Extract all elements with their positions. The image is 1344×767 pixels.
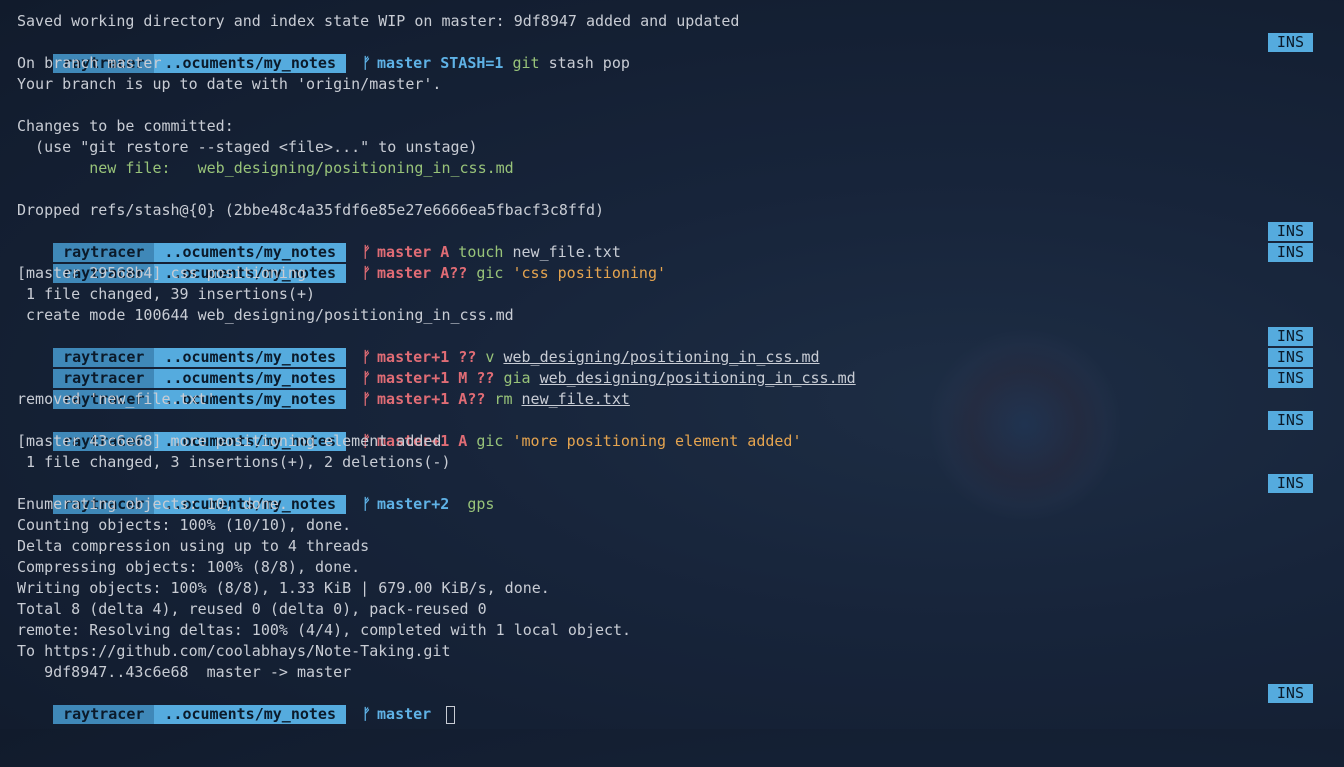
output-line: new file: web_designing/positioning_in_c…: [17, 158, 1313, 179]
output-line: [master 29568b4] css positioning: [17, 264, 306, 282]
output-line: Changes to be committed:: [17, 117, 234, 135]
output-line: 1 file changed, 39 insertions(+): [17, 285, 316, 303]
output-line: To https://github.com/coolabhays/Note-Ta…: [17, 642, 451, 660]
prompt-user-segment: raytracer: [53, 705, 155, 724]
status-file: web_designing/positioning_in_css.md: [197, 159, 514, 177]
output-line: (use "git restore --staged <file>..." to…: [17, 138, 478, 156]
output-line: Delta compression using up to 4 threads: [17, 537, 370, 555]
output-line: Writing objects: 100% (8/8), 1.33 KiB | …: [17, 579, 550, 597]
output-line: removed 'new_file.txt': [17, 390, 216, 408]
output-line: 9df8947..43c6e68 master -> master: [17, 663, 352, 681]
mode-indicator: INS: [1267, 327, 1313, 346]
status-label: new file:: [17, 159, 198, 177]
output-line: Dropped refs/stash@{0} (2bbe48c4a35fdf6e…: [17, 201, 604, 219]
active-prompt-line[interactable]: raytracer ..ocuments/my_notes ᚠ master INS: [17, 683, 1313, 724]
output-line: Your branch is up to date with 'origin/m…: [17, 75, 442, 93]
prompt-line: raytracer ..ocuments/my_notes ᚠ master A to…: [17, 221, 1313, 262]
text-cursor[interactable]: [446, 705, 456, 724]
prompt-line: raytracer ..ocuments/my_notes ᚠ master+1 A?…: [17, 368, 1313, 409]
mode-indicator: INS: [1267, 222, 1313, 241]
output-line: create mode 100644 web_designing/positio…: [17, 306, 514, 324]
output-line: Saved working directory and index state …: [17, 12, 740, 30]
prompt-dir-segment: ..ocuments/my_notes: [154, 705, 346, 724]
prompt-line: raytracer ..ocuments/my_notes ᚠ master+1 ??…: [17, 326, 1313, 367]
output-line: Total 8 (delta 4), reused 0 (delta 0), p…: [17, 600, 487, 618]
mode-indicator: INS: [1267, 243, 1313, 262]
output-line: Counting objects: 100% (10/10), done.: [17, 516, 352, 534]
git-branch-icon: ᚠ: [362, 705, 372, 723]
mode-indicator: INS: [1267, 369, 1313, 388]
prompt-line: raytracer ..ocuments/my_notes ᚠ master A?? …: [17, 242, 1313, 283]
mode-indicator: INS: [1267, 33, 1313, 52]
output-line: Compressing objects: 100% (8/8), done.: [17, 558, 361, 576]
mode-indicator: INS: [1267, 411, 1313, 430]
prompt-line: raytracer ..ocuments/my_notes ᚠ master STAS…: [17, 32, 1313, 73]
output-line: Enumerating objects: 10, done.: [17, 495, 288, 513]
output-line: [master 43c6e68] more positioning elemen…: [17, 432, 442, 450]
output-line: 1 file changed, 3 insertions(+), 2 delet…: [17, 453, 451, 471]
terminal-output[interactable]: Saved working directory and index state …: [17, 11, 1313, 724]
prompt-line: raytracer ..ocuments/my_notes ᚠ master+2 gp…: [17, 473, 1313, 514]
output-line: remote: Resolving deltas: 100% (4/4), co…: [17, 621, 632, 639]
branch-status: master: [377, 705, 432, 723]
mode-indicator: INS: [1267, 474, 1313, 493]
mode-indicator: INS: [1267, 684, 1313, 703]
prompt-line: raytracer ..ocuments/my_notes ᚠ master+1 A …: [17, 410, 1313, 451]
prompt-line: raytracer ..ocuments/my_notes ᚠ master+1 M …: [17, 347, 1313, 388]
mode-indicator: INS: [1267, 348, 1313, 367]
output-line: On branch master: [17, 54, 162, 72]
